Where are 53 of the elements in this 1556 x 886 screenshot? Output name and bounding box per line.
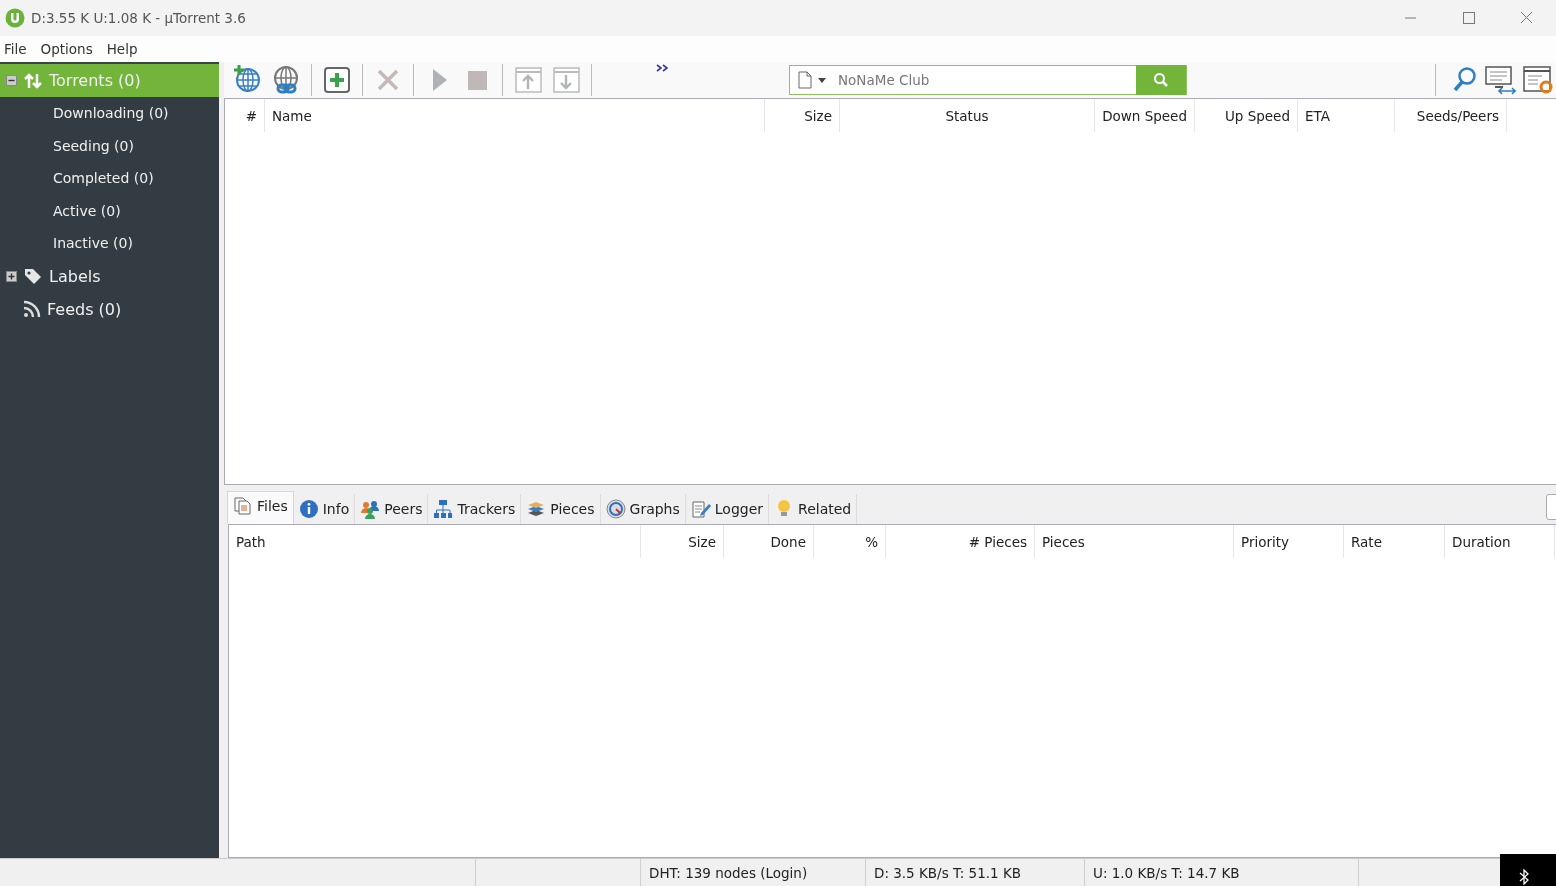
status-text: DHT: 139 nodes (Login): [649, 864, 808, 881]
people-icon: [360, 499, 381, 519]
rss-icon: [23, 300, 41, 318]
column-header[interactable]: Size: [765, 99, 840, 132]
sidebar-item[interactable]: Downloading (0): [0, 97, 219, 130]
hierarchy-icon: [433, 499, 454, 519]
collapse-icon[interactable]: [6, 75, 17, 86]
sidebar-item[interactable]: Feeds (0): [0, 292, 219, 326]
search-field[interactable]: NoNaMe Club: [830, 72, 1136, 88]
tag-icon: [23, 266, 43, 286]
sidebar-item[interactable]: Active (0): [0, 194, 219, 227]
column-header[interactable]: ETA: [1298, 99, 1395, 132]
plus-box-icon[interactable]: [321, 64, 353, 96]
column-header[interactable]: Rate: [1344, 525, 1445, 558]
gauge-icon: [605, 499, 626, 519]
window-title: D:3.55 K U:1.08 K - µTorrent 3.6: [31, 10, 247, 26]
column-header[interactable]: Name: [265, 99, 765, 132]
status-text: U: 1.0 KB/s T: 14.7 KB: [1093, 864, 1240, 881]
documents-icon: [233, 496, 253, 516]
search-icon[interactable]: [1452, 66, 1478, 94]
expand-icon[interactable]: [6, 270, 17, 282]
column-header[interactable]: Done: [724, 525, 814, 558]
search-box[interactable]: NoNaMe Club: [789, 65, 1187, 95]
search-icon: [1153, 72, 1169, 88]
column-header[interactable]: Path: [229, 525, 641, 558]
sidebar-item[interactable]: Inactive (0): [0, 227, 219, 260]
column-header[interactable]: Down Speed: [1095, 99, 1195, 132]
status-text: D: 3.5 KB/s T: 51.1 KB: [874, 864, 1022, 881]
note-pencil-icon: [690, 499, 711, 519]
sidebar-item[interactable]: Labels: [0, 259, 219, 293]
menu-item[interactable]: File: [4, 41, 35, 57]
monitor-arrows-icon[interactable]: [1484, 65, 1516, 95]
column-header[interactable]: Size: [641, 525, 724, 558]
column-header[interactable]: # Pieces: [886, 525, 1035, 558]
tab-scroll-button[interactable]: [1546, 494, 1556, 520]
column-header[interactable]: Status: [840, 99, 1095, 132]
sidebar-item[interactable]: Completed (0): [0, 162, 219, 195]
app-logo-icon: [5, 8, 25, 28]
sidebar-item[interactable]: Seeding (0): [0, 129, 219, 162]
column-header[interactable]: Priority: [1234, 525, 1344, 558]
window-gear-icon[interactable]: [1522, 65, 1554, 95]
menu-item[interactable]: Options: [40, 41, 101, 57]
column-header[interactable]: Pieces: [1035, 525, 1234, 558]
column-header[interactable]: Up Speed: [1195, 99, 1298, 132]
column-header[interactable]: Seeds/Peers: [1395, 99, 1507, 132]
search-button[interactable]: [1136, 65, 1186, 95]
column-header[interactable]: Duration: [1445, 525, 1555, 558]
column-header[interactable]: #: [225, 99, 265, 132]
bluetooth-icon[interactable]: [1518, 869, 1530, 885]
tab[interactable]: Files: [227, 491, 294, 524]
info-icon: [298, 499, 319, 519]
menu-item[interactable]: Help: [106, 41, 146, 57]
column-header[interactable]: %: [814, 525, 886, 558]
